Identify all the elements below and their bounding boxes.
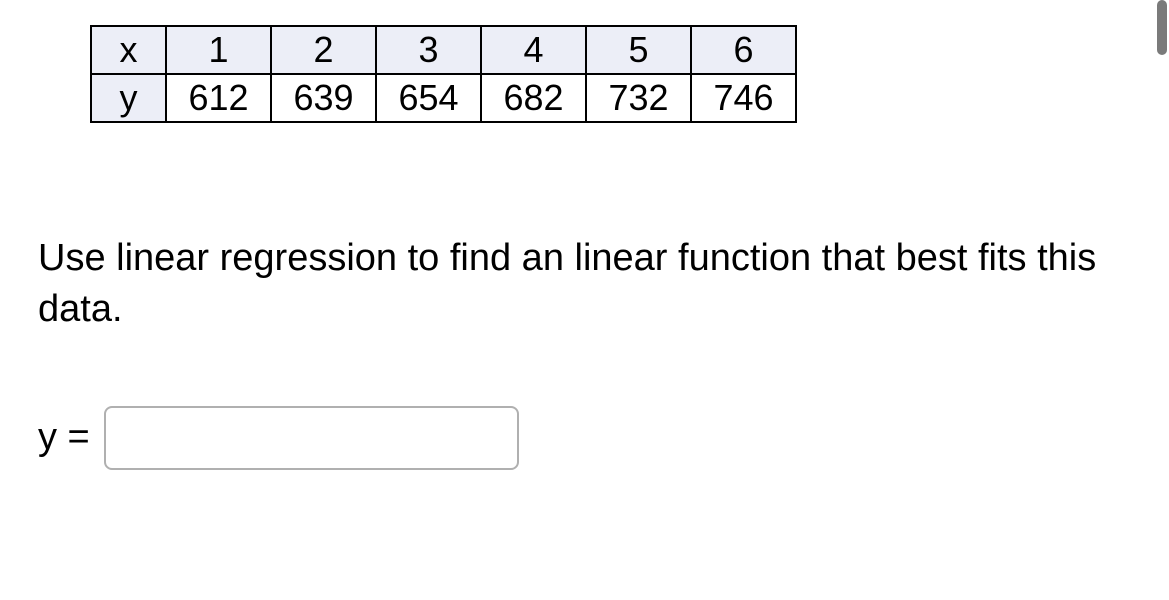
x-value-cell: 5 [586, 26, 691, 74]
y-value-cell: 746 [691, 74, 796, 122]
answer-row: y = [30, 406, 1139, 470]
x-value-cell: 6 [691, 26, 796, 74]
answer-label: y = [38, 416, 90, 459]
x-value-cell: 3 [376, 26, 481, 74]
scrollbar-thumb[interactable] [1157, 0, 1167, 55]
table-row: x 1 2 3 4 5 6 [91, 26, 796, 74]
data-table: x 1 2 3 4 5 6 y 612 639 654 682 732 746 [90, 25, 797, 123]
y-value-cell: 682 [481, 74, 586, 122]
x-value-cell: 1 [166, 26, 271, 74]
row-header-y: y [91, 74, 166, 122]
prompt-text: Use linear regression to find an linear … [30, 233, 1139, 336]
x-value-cell: 4 [481, 26, 586, 74]
row-header-x: x [91, 26, 166, 74]
y-value-cell: 612 [166, 74, 271, 122]
y-value-cell: 639 [271, 74, 376, 122]
x-value-cell: 2 [271, 26, 376, 74]
answer-input[interactable] [104, 406, 519, 470]
y-value-cell: 654 [376, 74, 481, 122]
table-row: y 612 639 654 682 732 746 [91, 74, 796, 122]
y-value-cell: 732 [586, 74, 691, 122]
